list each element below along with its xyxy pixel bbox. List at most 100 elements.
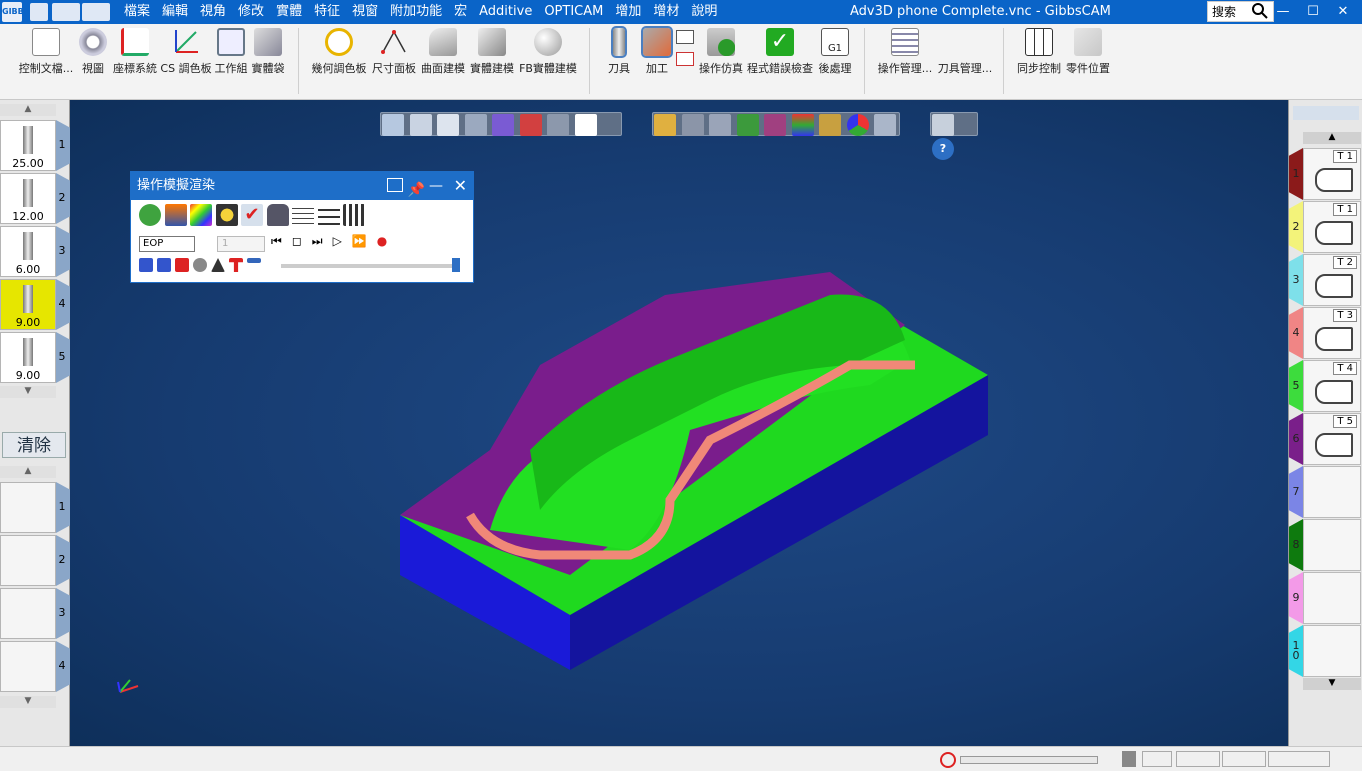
cylinder-icon[interactable] xyxy=(193,258,207,272)
color-spectrum-icon[interactable] xyxy=(190,204,212,226)
fb-solid-modeling-button[interactable]: FB實體建模 xyxy=(518,28,578,76)
clear-button[interactable]: 清除 xyxy=(2,432,66,458)
tool-scroll-up[interactable]: ▲ xyxy=(0,104,56,116)
solid-bag-button[interactable]: 實體袋 xyxy=(250,28,286,76)
step-dropdown[interactable]: 1 xyxy=(217,236,265,252)
close-dialog-button[interactable]: ✕ xyxy=(454,172,467,200)
red-shape-icon[interactable] xyxy=(175,258,189,272)
menu-feature[interactable]: 特征 xyxy=(308,0,346,24)
menu-additive-mfg[interactable]: 增材 xyxy=(647,0,685,24)
control-doc-button[interactable]: 控制文檔... xyxy=(18,28,74,76)
menu-window[interactable]: 視窗 xyxy=(346,0,384,24)
grid-list-icon[interactable] xyxy=(317,204,340,226)
process-scroll-up[interactable]: ▲ xyxy=(1303,132,1361,144)
maximize-button[interactable]: ☐ xyxy=(1298,0,1328,24)
menu-file[interactable]: 檔案 xyxy=(118,0,156,24)
menu-opticam[interactable]: OPTICAM xyxy=(538,0,609,24)
filmstrip-icon[interactable] xyxy=(343,204,365,226)
geometry-palette-button[interactable]: 幾何調色板 xyxy=(310,28,368,76)
panel-pin-icons[interactable] xyxy=(1293,106,1359,120)
surface-modeling-button[interactable]: 曲面建模 xyxy=(420,28,466,76)
tool-slot-2[interactable]: 12.00 2 xyxy=(0,173,70,226)
menu-solid[interactable]: 實體 xyxy=(270,0,308,24)
view-button[interactable]: 視圖 xyxy=(78,28,108,76)
tool-slot-4[interactable]: 9.00 4 xyxy=(0,279,70,332)
fast-forward-icon[interactable]: ⏩ xyxy=(352,234,367,249)
operation-sim-button[interactable]: 操作仿真 xyxy=(698,28,744,76)
process-slot-10[interactable]: 10 xyxy=(1289,625,1362,677)
tool-manager-button[interactable]: 刀具管理... xyxy=(936,28,994,76)
op-slot-4[interactable]: 4 xyxy=(0,641,70,694)
op-slot-3[interactable]: 3 xyxy=(0,588,70,641)
trash-icon[interactable] xyxy=(1122,751,1136,767)
process-slot-8[interactable]: 8 xyxy=(1289,519,1362,571)
operation-manager-button[interactable]: 操作管理... xyxy=(876,28,934,76)
menu-addons[interactable]: 附加功能 xyxy=(384,0,448,24)
coord-system-button[interactable]: 座標系統 xyxy=(112,28,158,76)
op-scroll-down[interactable]: ▼ xyxy=(0,696,56,708)
process-slot-1[interactable]: 1 T 1 xyxy=(1289,148,1362,200)
menu-help[interactable]: 說明 xyxy=(685,0,723,24)
rewind-icon[interactable]: ⏮ xyxy=(271,234,282,249)
tool-slot-3[interactable]: 6.00 3 xyxy=(0,226,70,279)
gear-icon[interactable] xyxy=(215,204,238,226)
op-slot-2[interactable]: 2 xyxy=(0,535,70,588)
part-position-button[interactable]: 零件位置 xyxy=(1064,28,1112,76)
menu-edit[interactable]: 編輯 xyxy=(156,0,194,24)
dimension-panel-button[interactable]: 尺寸面板 xyxy=(370,28,418,76)
bar-icon[interactable] xyxy=(247,258,261,263)
warning-icon[interactable] xyxy=(211,258,225,272)
process-icon-top[interactable] xyxy=(676,30,694,44)
play-icon[interactable]: ▷ xyxy=(333,234,342,249)
save-icon[interactable] xyxy=(30,3,48,21)
sim-speed-slider[interactable] xyxy=(281,258,460,272)
undo-icon[interactable] xyxy=(52,3,80,21)
step-icon[interactable]: ⏭ xyxy=(312,234,323,249)
op-slot-1[interactable]: 1 xyxy=(0,482,70,535)
menu-view[interactable]: 視角 xyxy=(194,0,232,24)
list-xy-icon[interactable] xyxy=(292,204,314,226)
close-button[interactable]: ✕ xyxy=(1328,0,1358,24)
machining-button[interactable]: 加工 xyxy=(640,26,674,76)
tool-scroll-down[interactable]: ▼ xyxy=(0,386,56,398)
menu-add[interactable]: 增加 xyxy=(609,0,647,24)
stop-icon[interactable]: ◻ xyxy=(292,234,302,249)
menu-additive[interactable]: Additive xyxy=(473,0,538,24)
boot-icon[interactable] xyxy=(139,258,153,272)
tool-button[interactable]: 刀具 xyxy=(602,26,636,76)
process-slot-3[interactable]: 3 T 2 xyxy=(1289,254,1362,306)
restore-icon[interactable] xyxy=(387,178,403,192)
process-scroll-down[interactable]: ▼ xyxy=(1303,678,1361,690)
pin-icon[interactable]: 📌 xyxy=(408,176,425,204)
error-check-button[interactable]: ✓ 程式錯誤檢查 xyxy=(746,28,814,76)
layers-icon[interactable] xyxy=(164,204,187,226)
workgroup-button[interactable]: 工作組 xyxy=(212,28,250,76)
menu-macro[interactable]: 宏 xyxy=(448,0,473,24)
tool-slot-5[interactable]: 9.00 5 xyxy=(0,332,70,385)
tool-slot-1[interactable]: 25.00 1 xyxy=(0,120,70,173)
hand-icon[interactable] xyxy=(139,204,161,226)
post-process-button[interactable]: G1 後處理 xyxy=(816,28,854,76)
slider-thumb[interactable] xyxy=(452,258,460,272)
menu-modify[interactable]: 修改 xyxy=(232,0,270,24)
process-slot-4[interactable]: 4 T 3 xyxy=(1289,307,1362,359)
sync-control-button[interactable]: 同步控制 xyxy=(1014,28,1064,76)
process-slot-5[interactable]: 5 T 4 xyxy=(1289,360,1362,412)
t-icon[interactable] xyxy=(229,258,243,272)
minimize-button[interactable]: — xyxy=(1268,0,1298,24)
process-slot-7[interactable]: 7 xyxy=(1289,466,1362,518)
solid-modeling-button[interactable]: 實體建模 xyxy=(468,28,516,76)
record-icon[interactable]: ● xyxy=(377,234,387,249)
mode-field[interactable]: EOP xyxy=(139,236,195,252)
cs-palette-button[interactable]: CS 調色板 xyxy=(160,28,212,76)
op-scroll-up[interactable]: ▲ xyxy=(0,466,56,478)
process-slot-6[interactable]: 6 T 5 xyxy=(1289,413,1362,465)
process-slot-9[interactable]: 9 xyxy=(1289,572,1362,624)
no-entry-icon[interactable] xyxy=(940,752,956,768)
minimize-dialog-button[interactable]: — xyxy=(429,172,443,200)
process-icon-bottom[interactable] xyxy=(676,52,694,66)
process-slot-2[interactable]: 2 T 1 xyxy=(1289,201,1362,253)
blue-shape-icon[interactable] xyxy=(157,258,171,272)
check-red-icon[interactable]: ✔ xyxy=(241,204,263,226)
redo-icon[interactable] xyxy=(82,3,110,21)
